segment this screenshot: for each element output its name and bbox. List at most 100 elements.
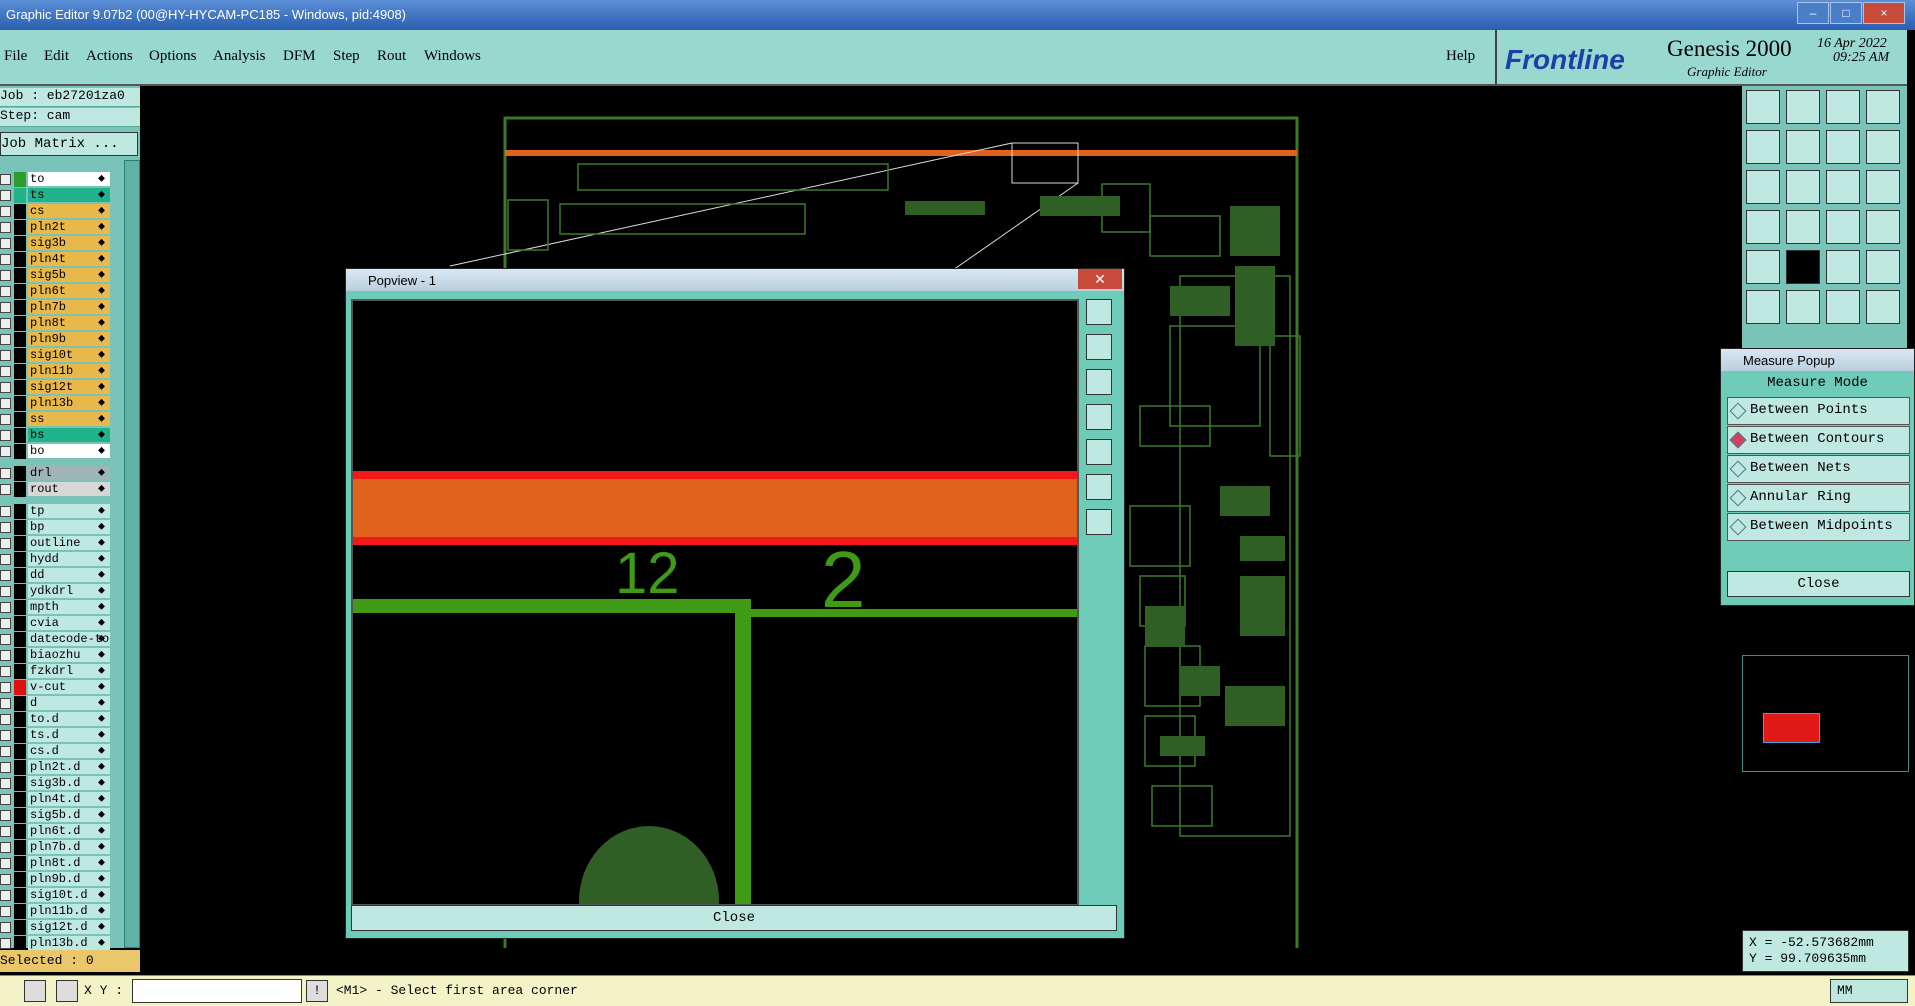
grid-icon[interactable]	[1786, 210, 1820, 244]
menu-dfm[interactable]: DFM	[283, 48, 316, 65]
measure-option[interactable]: Between Contours	[1727, 426, 1910, 454]
pv-pan-down-icon[interactable]	[1086, 369, 1112, 395]
layer-row[interactable]: bp ⬥	[0, 520, 112, 535]
layer-checkbox[interactable]	[0, 842, 11, 853]
snap-alt-icon[interactable]	[1866, 210, 1900, 244]
pv-pan-up-icon[interactable]	[1086, 334, 1112, 360]
layer-row[interactable]: sig10t.d ⬥	[0, 888, 112, 903]
layer-checkbox[interactable]	[0, 874, 11, 885]
menu-analysis[interactable]: Analysis	[213, 48, 266, 65]
layer-row[interactable]: sig10t ⬥	[0, 348, 112, 363]
layer-checkbox[interactable]	[0, 334, 11, 345]
layer-checkbox[interactable]	[0, 446, 11, 457]
maximize-button[interactable]: □	[1830, 2, 1862, 24]
layer-row[interactable]: pln6t ⬥	[0, 284, 112, 299]
layer-checkbox[interactable]	[0, 570, 11, 581]
layer-row[interactable]: pln6t.d ⬥	[0, 824, 112, 839]
layer-checkbox[interactable]	[0, 414, 11, 425]
layer-row[interactable]: hydd ⬥	[0, 552, 112, 567]
layer-row[interactable]: datecode-to ⬥	[0, 632, 112, 647]
layer-checkbox[interactable]	[0, 586, 11, 597]
layer-checkbox[interactable]	[0, 906, 11, 917]
layer-checkbox[interactable]	[0, 506, 11, 517]
layer-row[interactable]: ts.d ⬥	[0, 728, 112, 743]
pan-left-icon[interactable]	[1746, 130, 1780, 164]
layer-row[interactable]: pln4t.d ⬥	[0, 792, 112, 807]
measure-icon[interactable]	[1746, 210, 1780, 244]
layer-row[interactable]: pln13b ⬥	[0, 396, 112, 411]
help-icon[interactable]	[1866, 170, 1900, 204]
layer-checkbox[interactable]	[0, 206, 11, 217]
measure-option[interactable]: Annular Ring	[1727, 484, 1910, 512]
menu-step[interactable]: Step	[333, 48, 360, 65]
layer-checkbox[interactable]	[0, 190, 11, 201]
layer-checkbox[interactable]	[0, 468, 11, 479]
popview-close-button[interactable]: Close	[351, 905, 1117, 931]
layer-row[interactable]: pln11b.d ⬥	[0, 904, 112, 919]
layer-checkbox[interactable]	[0, 222, 11, 233]
menu-edit[interactable]: Edit	[44, 48, 69, 65]
layer-row[interactable]: rout ⬥	[0, 482, 112, 497]
measure-option[interactable]: Between Midpoints	[1727, 513, 1910, 541]
layer-row[interactable]: ydkdrl ⬥	[0, 584, 112, 599]
popview-title-bar[interactable]: Popview - 1 ✕	[346, 269, 1124, 291]
layer-row[interactable]: pln2t ⬥	[0, 220, 112, 235]
layer-checkbox[interactable]	[0, 810, 11, 821]
layer-checkbox[interactable]	[0, 826, 11, 837]
layer-row[interactable]: to.d ⬥	[0, 712, 112, 727]
zoom-fit-icon[interactable]	[1746, 170, 1780, 204]
home-down-icon[interactable]	[1786, 90, 1820, 124]
layer-checkbox[interactable]	[0, 730, 11, 741]
layer-row[interactable]: bo ⬥	[0, 444, 112, 459]
layer-row[interactable]: d ⬥	[0, 696, 112, 711]
layer-checkbox[interactable]	[0, 762, 11, 773]
layer-row[interactable]: pln9b.d ⬥	[0, 872, 112, 887]
layer-row[interactable]: mpth ⬥	[0, 600, 112, 615]
pan-right-icon[interactable]	[1786, 130, 1820, 164]
layer-checkbox[interactable]	[0, 602, 11, 613]
layer-row[interactable]: pln9b ⬥	[0, 332, 112, 347]
pv-zoom-out-icon[interactable]	[1086, 509, 1112, 535]
popview-canvas[interactable]: 12 2	[351, 299, 1079, 906]
route-icon[interactable]	[1866, 290, 1900, 324]
layer-row[interactable]: tp ⬥	[0, 504, 112, 519]
layer-checkbox[interactable]	[0, 634, 11, 645]
layer-checkbox[interactable]	[0, 746, 11, 757]
net-icon[interactable]	[1746, 290, 1780, 324]
house-icon[interactable]	[1826, 90, 1860, 124]
menu-actions[interactable]: Actions	[86, 48, 133, 65]
layer-checkbox[interactable]	[0, 398, 11, 409]
layer-checkbox[interactable]	[0, 430, 11, 441]
layer-row[interactable]: pln7b.d ⬥	[0, 840, 112, 855]
layer-row[interactable]: cvia ⬥	[0, 616, 112, 631]
layer-checkbox[interactable]	[0, 778, 11, 789]
layer-checkbox[interactable]	[0, 318, 11, 329]
mini-map[interactable]	[1742, 655, 1909, 772]
layer-row[interactable]: bs ⬥	[0, 428, 112, 443]
layer-checkbox[interactable]	[0, 794, 11, 805]
layer-checkbox[interactable]	[0, 238, 11, 249]
layer-checkbox[interactable]	[0, 366, 11, 377]
layer-checkbox[interactable]	[0, 174, 11, 185]
snap-icon[interactable]	[1826, 210, 1860, 244]
line-tool-icon[interactable]	[1786, 250, 1820, 284]
layer-checkbox[interactable]	[0, 484, 11, 495]
layer-row[interactable]: cs.d ⬥	[0, 744, 112, 759]
layer-checkbox[interactable]	[0, 270, 11, 281]
layer-checkbox[interactable]	[0, 714, 11, 725]
layer-row[interactable]: sig5b.d ⬥	[0, 808, 112, 823]
measure-title-bar[interactable]: Measure Popup	[1721, 349, 1914, 371]
layer-row[interactable]: sig12t.d ⬥	[0, 920, 112, 935]
layer-row[interactable]: pln13b.d ⬥	[0, 936, 112, 951]
layer-checkbox[interactable]	[0, 666, 11, 677]
layer-row[interactable]: sig12t ⬥	[0, 380, 112, 395]
layer-row[interactable]: to ⬥	[0, 172, 112, 187]
layer-row[interactable]: sig3b.d ⬥	[0, 776, 112, 791]
layer-checkbox[interactable]	[0, 858, 11, 869]
layer-row[interactable]: fzkdrl ⬥	[0, 664, 112, 679]
menu-help[interactable]: Help	[1446, 48, 1475, 65]
layer-checkbox[interactable]	[0, 522, 11, 533]
layer-checkbox[interactable]	[0, 922, 11, 933]
menu-rout[interactable]: Rout	[377, 48, 406, 65]
layer-checkbox[interactable]	[0, 538, 11, 549]
